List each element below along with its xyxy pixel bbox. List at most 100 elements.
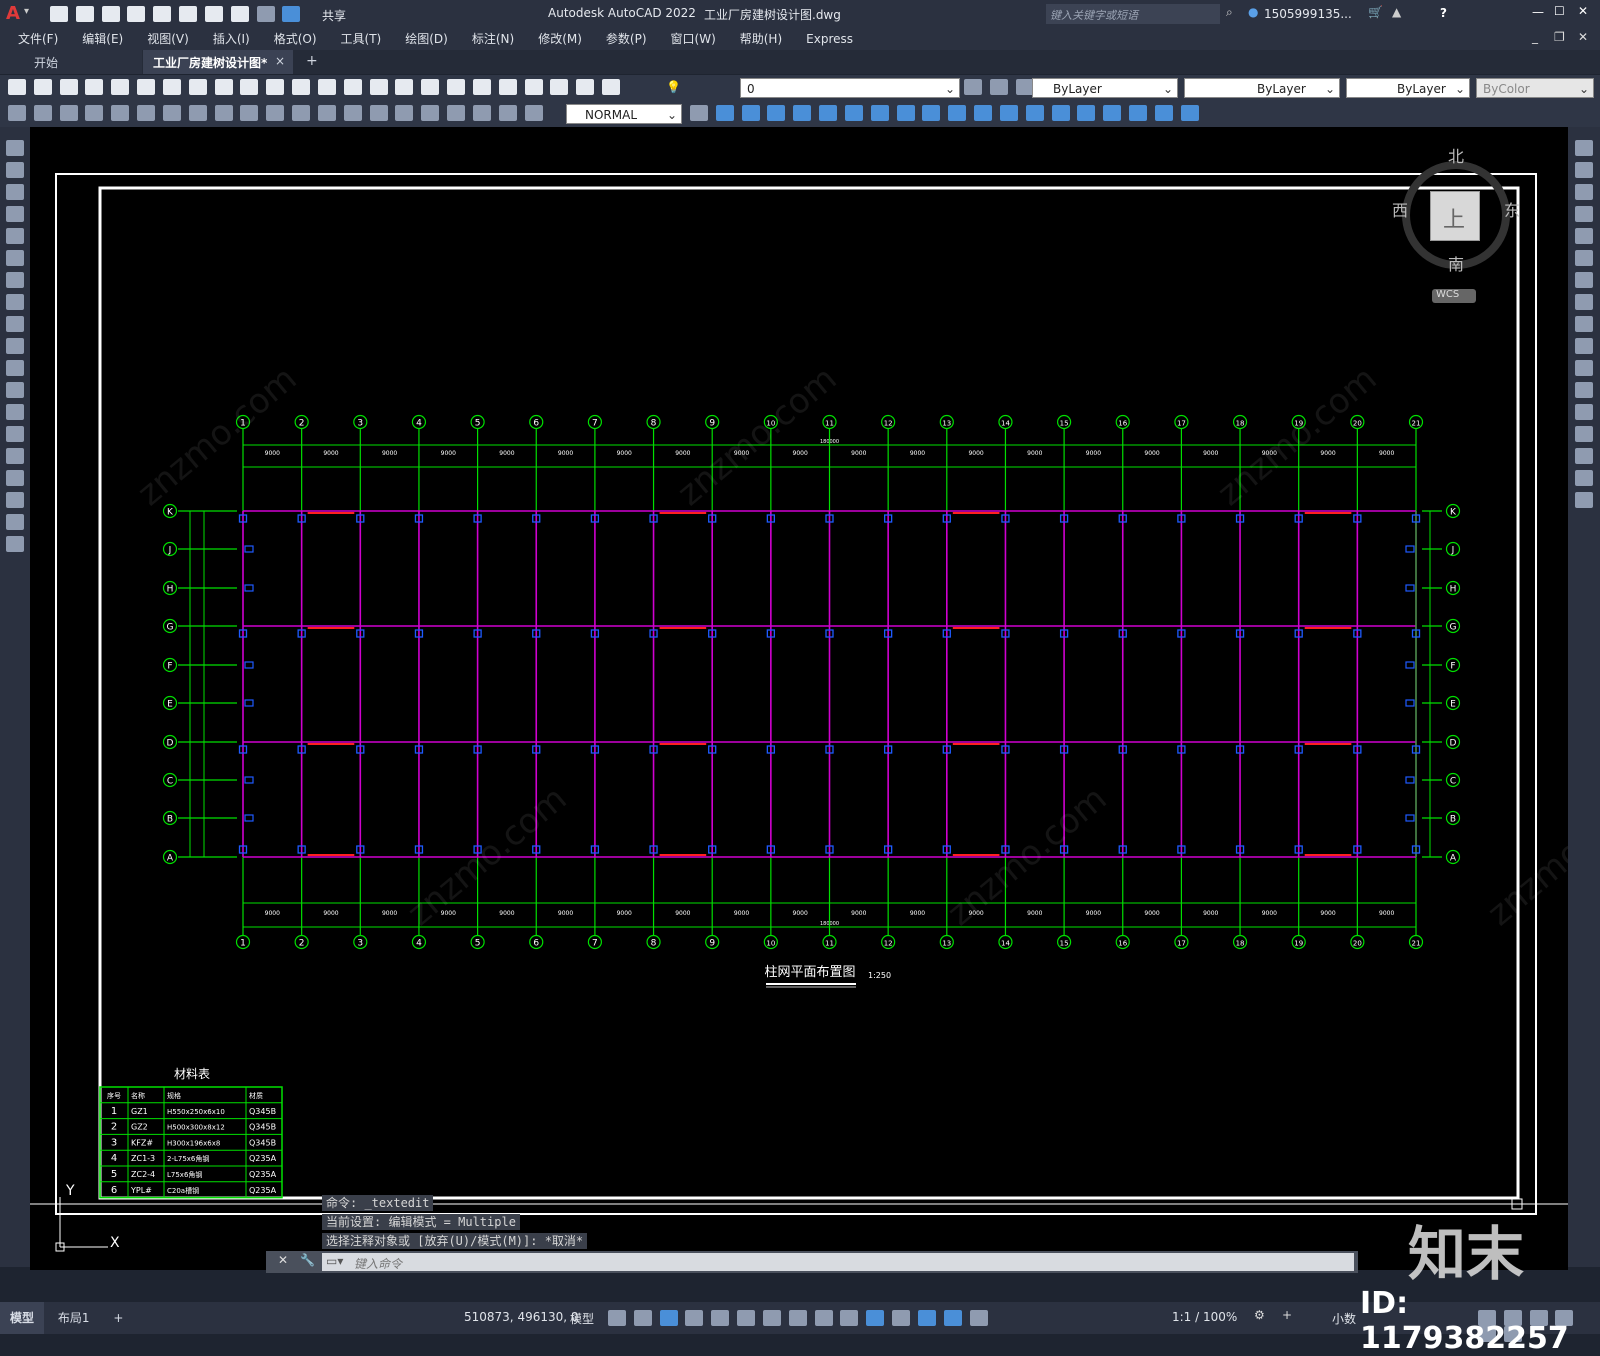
model-space-button[interactable]: 模型 [570, 1310, 594, 1327]
offset-icon[interactable] [819, 105, 838, 121]
join-icon[interactable] [1103, 105, 1122, 121]
menu-item-11[interactable]: 帮助(H) [728, 28, 794, 50]
array-icon-right[interactable] [1575, 228, 1593, 244]
save-tool-icon[interactable] [59, 79, 78, 95]
linear-dimension-icon[interactable] [8, 105, 26, 121]
stretch-icon[interactable] [948, 105, 967, 121]
block-icon[interactable] [715, 105, 734, 121]
wcs-menu[interactable]: WCS [1432, 289, 1476, 303]
annotation-monitor-icon[interactable]: + [1282, 1308, 1292, 1322]
copy-objects-icon[interactable] [767, 105, 786, 121]
units[interactable]: 小数 [1332, 1310, 1356, 1327]
break-icon[interactable] [317, 105, 336, 121]
dim-edit-icon[interactable] [447, 105, 466, 121]
compass-east[interactable]: 东 [1504, 197, 1520, 221]
command-close-icon[interactable]: ✕ [278, 1253, 288, 1267]
user-account[interactable]: 1505999135... [1264, 7, 1352, 21]
polar-icon[interactable] [685, 1310, 704, 1326]
zoom-window-icon[interactable] [369, 79, 388, 95]
transparency-icon[interactable] [814, 1310, 833, 1326]
arc-icon[interactable] [6, 250, 24, 266]
workspace-gear-icon[interactable]: ⚙ [1254, 1308, 1265, 1322]
tab-close-icon[interactable]: × [275, 54, 285, 68]
undo-icon[interactable] [230, 6, 249, 22]
plotstyle-dropdown[interactable]: ByColor ⌄ [1476, 78, 1594, 98]
line-icon[interactable] [6, 140, 24, 156]
angular-icon[interactable] [188, 105, 207, 121]
layer-states-icon[interactable] [1015, 79, 1034, 95]
fillet-icon-right[interactable] [1575, 448, 1593, 464]
layer-properties-icon[interactable] [602, 79, 621, 95]
make-block-icon[interactable] [6, 404, 24, 420]
share-button[interactable]: 共享 [322, 7, 346, 24]
coordinates[interactable]: 510873, 496130, 0 [464, 1310, 579, 1324]
pan-icon[interactable] [317, 79, 336, 95]
doc-close-icon[interactable]: ✕ [1578, 30, 1588, 44]
menu-item-2[interactable]: 视图(V) [135, 28, 201, 50]
sheet-set-icon[interactable] [498, 79, 517, 95]
chamfer-icon-right[interactable] [1575, 426, 1593, 442]
polyline-icon[interactable] [6, 184, 24, 200]
save-web-icon[interactable] [179, 6, 198, 22]
dim-text-edit-icon[interactable] [472, 105, 491, 121]
annotation-visibility-icon[interactable] [943, 1310, 962, 1326]
explode-icon-right[interactable] [1575, 492, 1593, 508]
selection-filter-icon[interactable] [892, 1310, 911, 1326]
make-current-icon[interactable] [964, 79, 982, 95]
scale-icon-right[interactable] [1575, 294, 1593, 310]
layer-dropdown[interactable]: 0 ⌄ [740, 78, 960, 98]
menu-item-3[interactable]: 插入(I) [201, 28, 262, 50]
drawing-canvas[interactable]: 1800009000900090009000900090009000900090… [30, 127, 1568, 1288]
quick-dimension-icon[interactable] [214, 105, 233, 121]
zoom-previous-icon[interactable] [395, 79, 414, 95]
compass-north[interactable]: 北 [1448, 143, 1464, 167]
redo-icon[interactable] [256, 6, 275, 22]
construction-line-icon[interactable] [6, 162, 24, 178]
print-icon[interactable] [85, 79, 104, 95]
ellipse-icon[interactable] [6, 338, 24, 354]
baseline-icon[interactable] [240, 105, 259, 121]
markup-icon[interactable] [524, 79, 543, 95]
maximize-icon[interactable]: ☐ [1554, 4, 1565, 18]
lineweight-dropdown[interactable]: ByLayer ⌄ [1346, 78, 1470, 98]
text-style-dropdown[interactable]: NORMAL ⌄ [566, 104, 682, 124]
viewcube-top-face[interactable]: 上 [1430, 191, 1480, 241]
menu-item-6[interactable]: 绘图(D) [393, 28, 460, 50]
linetype-dropdown[interactable]: ByLayer ⌄ [1184, 78, 1340, 98]
gizmo-icon[interactable] [917, 1310, 936, 1326]
cut-icon[interactable] [162, 79, 181, 95]
insert-block-icon[interactable] [6, 382, 24, 398]
rectangle-icon[interactable] [6, 228, 24, 244]
move-icon[interactable] [870, 105, 889, 121]
close-icon[interactable]: ✕ [1578, 4, 1588, 18]
selection-cycling-icon[interactable] [840, 1310, 859, 1326]
auto-scale-icon[interactable] [969, 1310, 988, 1326]
ordinate-icon[interactable] [85, 105, 104, 121]
compass-west[interactable]: 西 [1392, 197, 1408, 221]
rotate-icon-right[interactable] [1575, 272, 1593, 288]
tolerance-icon[interactable] [343, 105, 362, 121]
hatch-icon[interactable] [6, 448, 24, 464]
chamfer-icon[interactable] [1051, 105, 1070, 121]
polygon-icon[interactable] [6, 206, 24, 222]
ellipse-arc-icon[interactable] [6, 360, 24, 376]
doc-restore-icon[interactable]: ❐ [1554, 30, 1565, 44]
ortho-icon[interactable] [659, 1310, 678, 1326]
tab-model[interactable]: 模型 [0, 1302, 45, 1334]
open-web-icon[interactable] [153, 6, 172, 22]
tool-palettes-icon[interactable] [472, 79, 491, 95]
new-tab-icon[interactable]: + [306, 53, 318, 69]
zoom-realtime-icon[interactable] [343, 79, 362, 95]
publish-icon[interactable] [137, 79, 156, 95]
isodraft-icon[interactable] [711, 1310, 730, 1326]
doc-minimize-icon[interactable]: _ [1532, 30, 1538, 44]
open-icon[interactable] [33, 79, 52, 95]
minimize-icon[interactable]: — [1532, 5, 1544, 19]
menu-item-5[interactable]: 工具(T) [329, 28, 394, 50]
offset-icon-right[interactable] [1575, 206, 1593, 222]
snap-icon[interactable] [633, 1310, 652, 1326]
point-icon[interactable] [6, 426, 24, 442]
rotate-icon[interactable] [896, 105, 915, 121]
trim-icon[interactable] [974, 105, 993, 121]
mirror-icon[interactable] [793, 105, 812, 121]
